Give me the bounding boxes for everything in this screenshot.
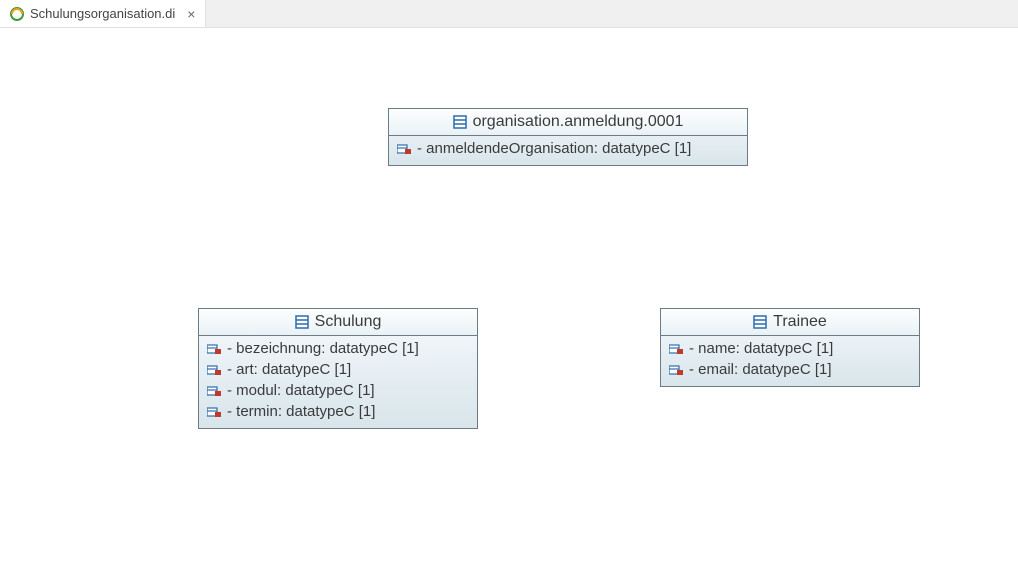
attribute-row[interactable]: - name: datatypeC [1]: [667, 338, 913, 359]
attribute-row[interactable]: - modul: datatypeC [1]: [205, 380, 471, 401]
property-icon: [207, 406, 221, 418]
property-icon: [669, 364, 683, 376]
attribute-row[interactable]: - email: datatypeC [1]: [667, 359, 913, 380]
class-body: - bezeichnung: datatypeC [1] - art: data…: [199, 336, 477, 428]
class-trainee[interactable]: Trainee - name: datatypeC [1] - email: d…: [660, 308, 920, 387]
class-body: - name: datatypeC [1] - email: datatypeC…: [661, 336, 919, 386]
property-icon: [397, 143, 411, 155]
property-icon: [669, 343, 683, 355]
attribute-text: - anmeldendeOrganisation: datatypeC [1]: [417, 140, 691, 157]
class-title-text: organisation.anmeldung.0001: [473, 113, 684, 131]
attribute-text: - email: datatypeC [1]: [689, 361, 832, 378]
property-icon: [207, 343, 221, 355]
tab-bar: Schulungsorganisation.di ×: [0, 0, 1018, 28]
class-icon: [453, 115, 467, 129]
file-icon: [10, 7, 24, 21]
attribute-row[interactable]: - termin: datatypeC [1]: [205, 401, 471, 422]
attribute-text: - termin: datatypeC [1]: [227, 403, 375, 420]
close-icon[interactable]: ×: [187, 6, 195, 22]
property-icon: [207, 385, 221, 397]
attribute-row[interactable]: - art: datatypeC [1]: [205, 359, 471, 380]
class-body: - anmeldendeOrganisation: datatypeC [1]: [389, 136, 747, 165]
class-organisation[interactable]: organisation.anmeldung.0001 - anmeldende…: [388, 108, 748, 166]
class-title: Schulung: [199, 309, 477, 336]
property-icon: [207, 364, 221, 376]
diagram-canvas[interactable]: organisation.anmeldung.0001 - anmeldende…: [0, 28, 1018, 576]
class-title: Trainee: [661, 309, 919, 336]
class-icon: [295, 315, 309, 329]
attribute-text: - art: datatypeC [1]: [227, 361, 351, 378]
class-title-text: Trainee: [773, 313, 827, 331]
attribute-text: - modul: datatypeC [1]: [227, 382, 375, 399]
tab-active[interactable]: Schulungsorganisation.di ×: [0, 0, 206, 27]
attribute-row[interactable]: - bezeichnung: datatypeC [1]: [205, 338, 471, 359]
class-schulung[interactable]: Schulung - bezeichnung: datatypeC [1] - …: [198, 308, 478, 429]
class-title-text: Schulung: [315, 313, 382, 331]
tab-label: Schulungsorganisation.di: [30, 6, 175, 21]
class-title: organisation.anmeldung.0001: [389, 109, 747, 136]
attribute-row[interactable]: - anmeldendeOrganisation: datatypeC [1]: [395, 138, 741, 159]
class-icon: [753, 315, 767, 329]
attribute-text: - bezeichnung: datatypeC [1]: [227, 340, 419, 357]
attribute-text: - name: datatypeC [1]: [689, 340, 833, 357]
